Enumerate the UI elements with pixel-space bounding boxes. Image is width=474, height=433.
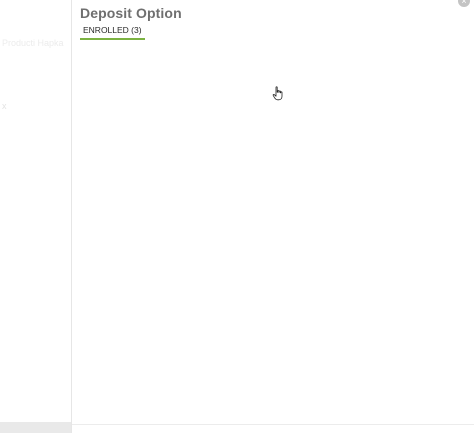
hand-pointer-cursor-icon <box>272 86 283 101</box>
tab-enrolled[interactable]: ENROLLED (3) <box>80 24 145 40</box>
background-faded-mark: x <box>2 101 7 111</box>
drawer-title: Deposit Option <box>80 5 182 21</box>
background-faded-text: Producti Hapka <box>2 38 64 48</box>
drawer-bottom-divider <box>72 424 474 425</box>
close-icon[interactable]: × <box>458 0 470 7</box>
deposit-option-drawer: Deposit Option ENROLLED (3) × <box>72 0 474 433</box>
background-page-pane: Producti Hapka x <box>0 0 72 433</box>
horizontal-scrollbar[interactable] <box>0 422 71 433</box>
page: Producti Hapka x Deposit Option ENROLLED… <box>0 0 474 433</box>
